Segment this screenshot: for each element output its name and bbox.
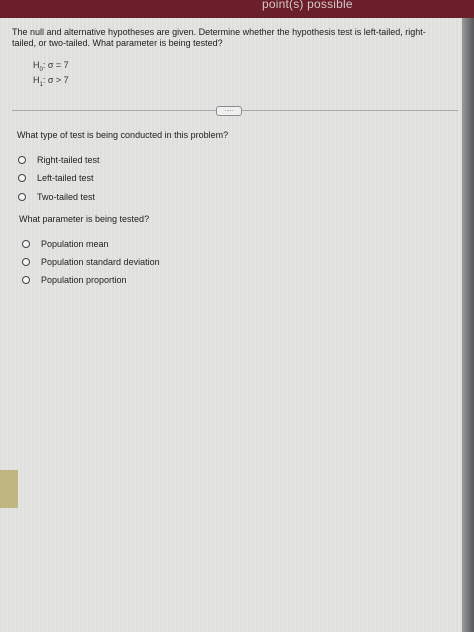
- null-hypothesis: H0: σ = 7: [33, 60, 69, 73]
- radio-button[interactable]: [22, 276, 30, 284]
- option-label: Population standard deviation: [41, 257, 160, 267]
- option-population-std-dev[interactable]: Population standard deviation: [22, 257, 160, 267]
- points-possible-label: point(s) possible: [262, 0, 353, 11]
- option-right-tailed[interactable]: Right-tailed test: [18, 155, 100, 165]
- right-edge: [462, 18, 474, 632]
- radio-button[interactable]: [22, 258, 30, 266]
- option-label: Left-tailed test: [37, 173, 94, 183]
- top-bar: point(s) possible: [0, 0, 474, 18]
- parameter-question: What parameter is being tested?: [19, 214, 150, 224]
- radio-button[interactable]: [18, 174, 26, 182]
- left-edge-marker: [0, 470, 18, 508]
- screen: point(s) possible The null and alternati…: [0, 0, 474, 632]
- radio-button[interactable]: [18, 156, 26, 164]
- option-label: Population proportion: [41, 275, 127, 285]
- radio-button[interactable]: [18, 193, 26, 201]
- question-prompt: The null and alternative hypotheses are …: [12, 27, 426, 48]
- expand-more-button[interactable]: .....: [216, 106, 242, 116]
- option-two-tailed[interactable]: Two-tailed test: [18, 192, 95, 202]
- option-population-proportion[interactable]: Population proportion: [22, 275, 127, 285]
- alternative-hypothesis: H1: σ > 7: [33, 75, 69, 88]
- option-label: Right-tailed test: [37, 155, 100, 165]
- radio-button[interactable]: [22, 240, 30, 248]
- option-label: Two-tailed test: [37, 192, 96, 202]
- test-type-question: What type of test is being conducted in …: [17, 130, 229, 140]
- option-population-mean[interactable]: Population mean: [22, 239, 109, 249]
- option-label: Population mean: [41, 239, 109, 249]
- option-left-tailed[interactable]: Left-tailed test: [18, 173, 94, 183]
